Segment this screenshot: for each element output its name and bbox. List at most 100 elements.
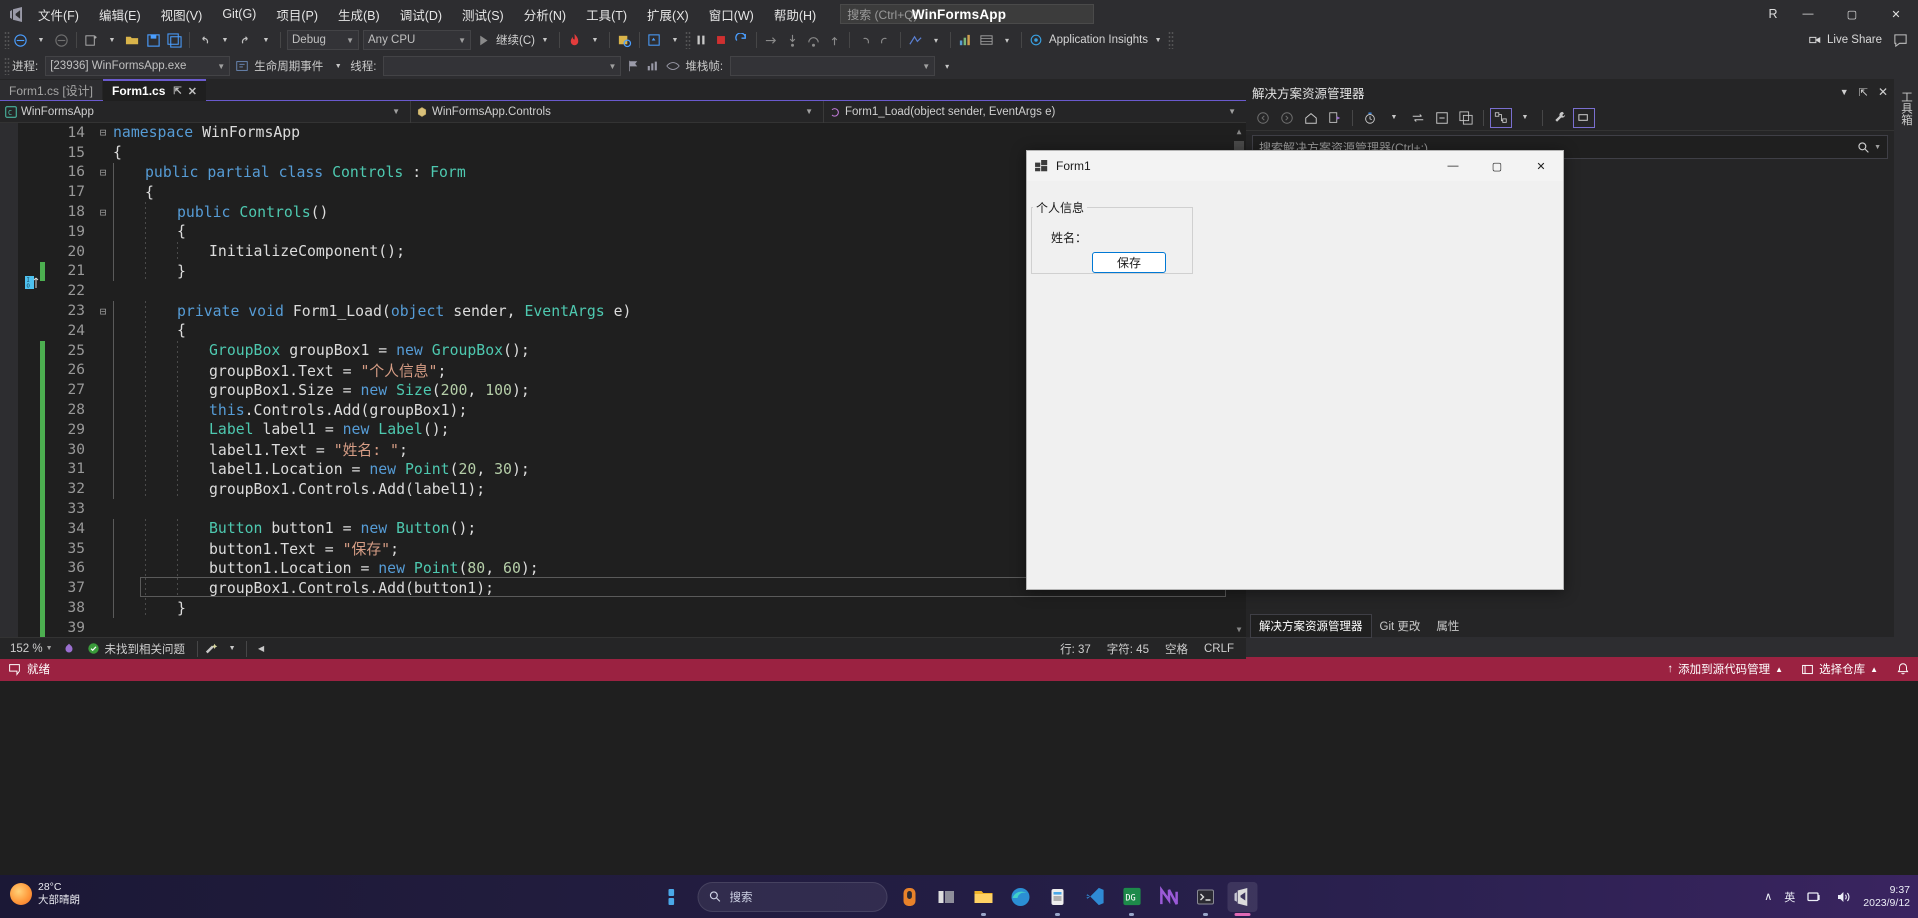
tab-form1-designer[interactable]: Form1.cs [设计]: [0, 80, 103, 101]
se-pending-dropdown-icon[interactable]: ▼: [1383, 108, 1405, 128]
hot-reload-dropdown-icon[interactable]: ▼: [585, 29, 605, 51]
break-all-icon[interactable]: [691, 29, 711, 51]
edge-icon[interactable]: [1006, 882, 1036, 912]
menu-item-project[interactable]: 项目(P): [266, 1, 328, 28]
se-show-all-files-icon[interactable]: [1455, 108, 1477, 128]
solution-platform-combo[interactable]: Any CPU ▼: [363, 30, 471, 50]
glyph-margin[interactable]: [0, 162, 18, 183]
glyph-margin[interactable]: [0, 241, 18, 262]
step-over-icon[interactable]: [803, 29, 824, 51]
bottom-tab-properties[interactable]: 属性: [1428, 615, 1467, 637]
toolbar-grip-3[interactable]: [1168, 31, 1175, 49]
glyph-margin[interactable]: [0, 202, 18, 222]
language-indicator[interactable]: 英: [1784, 889, 1795, 905]
redo-dropdown-icon[interactable]: ▼: [256, 29, 276, 51]
undo-icon[interactable]: [194, 29, 215, 51]
menu-item-debug[interactable]: 调试(D): [390, 1, 452, 28]
history-forward-icon[interactable]: [875, 29, 896, 51]
weather-widget[interactable]: 28°C 大部晴朗: [10, 881, 80, 907]
minimize-button[interactable]: —: [1786, 0, 1830, 28]
bookmark-icon[interactable]: IO: [24, 275, 40, 291]
intellicode-icon[interactable]: [59, 638, 79, 660]
tray-expand-icon[interactable]: ∧: [1764, 890, 1772, 903]
indentation-indicator[interactable]: 空格: [1157, 641, 1196, 657]
se-collapse-all-icon[interactable]: [1431, 108, 1453, 128]
breadcrumb-type[interactable]: WinFormsApp.Controls ▼: [411, 101, 823, 123]
restart-icon[interactable]: [731, 29, 752, 51]
snapshot-icon[interactable]: [644, 29, 665, 51]
notifications-button[interactable]: [1896, 662, 1910, 676]
save-button[interactable]: 保存: [1092, 252, 1166, 273]
parallel-watch-icon[interactable]: [663, 55, 683, 77]
process-combo[interactable]: [23936] WinFormsApp.exe ▼: [45, 56, 231, 76]
glyph-margin[interactable]: [0, 221, 18, 242]
vertical-tab-toolbox[interactable]: 工具箱: [1896, 85, 1916, 132]
form1-minimize-button[interactable]: —: [1431, 151, 1475, 181]
start-debugging-icon[interactable]: [473, 29, 493, 51]
glyph-margin[interactable]: [0, 400, 18, 420]
breadcrumb-member[interactable]: Form1_Load(object sender, EventArgs e) ▼: [824, 101, 1246, 123]
stop-debugging-icon[interactable]: [711, 29, 731, 51]
vscode-icon[interactable]: [1080, 882, 1110, 912]
menu-item-extensions[interactable]: 扩展(X): [637, 1, 699, 28]
close-tab-icon[interactable]: ✕: [188, 85, 197, 98]
lifecycle-dropdown-icon[interactable]: ▼: [328, 55, 348, 77]
volume-icon[interactable]: [1835, 889, 1851, 905]
glyph-margin[interactable]: [0, 182, 18, 203]
glyph-margin[interactable]: [0, 301, 18, 321]
memory-window-icon[interactable]: [976, 29, 997, 51]
glyph-margin[interactable]: [0, 459, 18, 480]
se-forward-icon[interactable]: [1276, 108, 1298, 128]
fold-toggle-icon[interactable]: ⊟: [93, 126, 113, 139]
close-panel-icon[interactable]: ✕: [1878, 85, 1888, 99]
menu-item-view[interactable]: 视图(V): [151, 1, 213, 28]
fold-toggle-icon[interactable]: ⊟: [93, 206, 113, 219]
scroll-down-arrow-icon[interactable]: ▼: [1232, 621, 1246, 637]
glyph-margin[interactable]: [0, 598, 18, 618]
menu-item-window[interactable]: 窗口(W): [699, 1, 764, 28]
threads-window-icon[interactable]: [905, 29, 926, 51]
form1-window[interactable]: Form1 — ▢ ✕ 个人信息 姓名： 保存: [1026, 150, 1564, 590]
glyph-margin[interactable]: [0, 261, 18, 282]
toolbar-grip-2[interactable]: [684, 31, 691, 49]
se-sync-icon[interactable]: [1407, 108, 1429, 128]
glyph-margin[interactable]: [0, 439, 18, 460]
glyph-margin[interactable]: [0, 340, 18, 361]
taskbar-search-input[interactable]: 搜索: [697, 881, 888, 912]
visual-studio-icon[interactable]: [1227, 881, 1258, 916]
form1-close-button[interactable]: ✕: [1519, 151, 1563, 181]
store-icon[interactable]: [1043, 882, 1073, 916]
navigate-forward-icon[interactable]: [51, 29, 72, 51]
glyph-margin[interactable]: [0, 499, 18, 519]
pin-icon[interactable]: ⇱: [173, 86, 181, 97]
step-into-specific-icon[interactable]: [614, 29, 635, 51]
se-view-dropdown-icon[interactable]: ▼: [1514, 108, 1536, 128]
lifecycle-events-label[interactable]: 生命周期事件: [254, 58, 323, 74]
code-line[interactable]: 38}: [0, 598, 1246, 618]
widgets-icon[interactable]: [661, 882, 691, 912]
menu-item-file[interactable]: 文件(F): [28, 1, 89, 28]
snapshot-dropdown-icon[interactable]: ▼: [665, 29, 685, 51]
copilot-icon[interactable]: [895, 882, 925, 912]
new-project-icon[interactable]: [81, 29, 102, 51]
open-file-icon[interactable]: [122, 29, 143, 51]
issues-indicator[interactable]: 未找到相关问题: [79, 641, 194, 657]
panel-dropdown-icon[interactable]: ▼: [1840, 87, 1849, 97]
toolbar-grip[interactable]: [4, 31, 10, 49]
glyph-margin[interactable]: [0, 360, 18, 381]
code-cleanup-icon[interactable]: [202, 638, 222, 660]
glyph-margin[interactable]: [0, 558, 18, 579]
start-dropdown-icon[interactable]: ▼: [535, 29, 555, 51]
glyph-margin[interactable]: [0, 419, 18, 440]
close-button[interactable]: ✕: [1874, 0, 1918, 28]
save-all-icon[interactable]: [164, 29, 185, 51]
bottom-tab-solution-explorer[interactable]: 解决方案资源管理器: [1250, 614, 1372, 638]
eol-indicator[interactable]: CRLF: [1196, 643, 1242, 655]
glyph-margin[interactable]: [0, 578, 18, 599]
menu-item-build[interactable]: 生成(B): [328, 1, 390, 28]
toolbar-overflow2-icon[interactable]: ▾: [997, 29, 1017, 51]
flag-thread-icon[interactable]: [623, 55, 643, 77]
app-insights-label[interactable]: Application Insights: [1049, 34, 1148, 46]
menu-item-test[interactable]: 测试(S): [452, 1, 514, 28]
select-repository[interactable]: 选择仓库 ▲: [1801, 661, 1878, 677]
